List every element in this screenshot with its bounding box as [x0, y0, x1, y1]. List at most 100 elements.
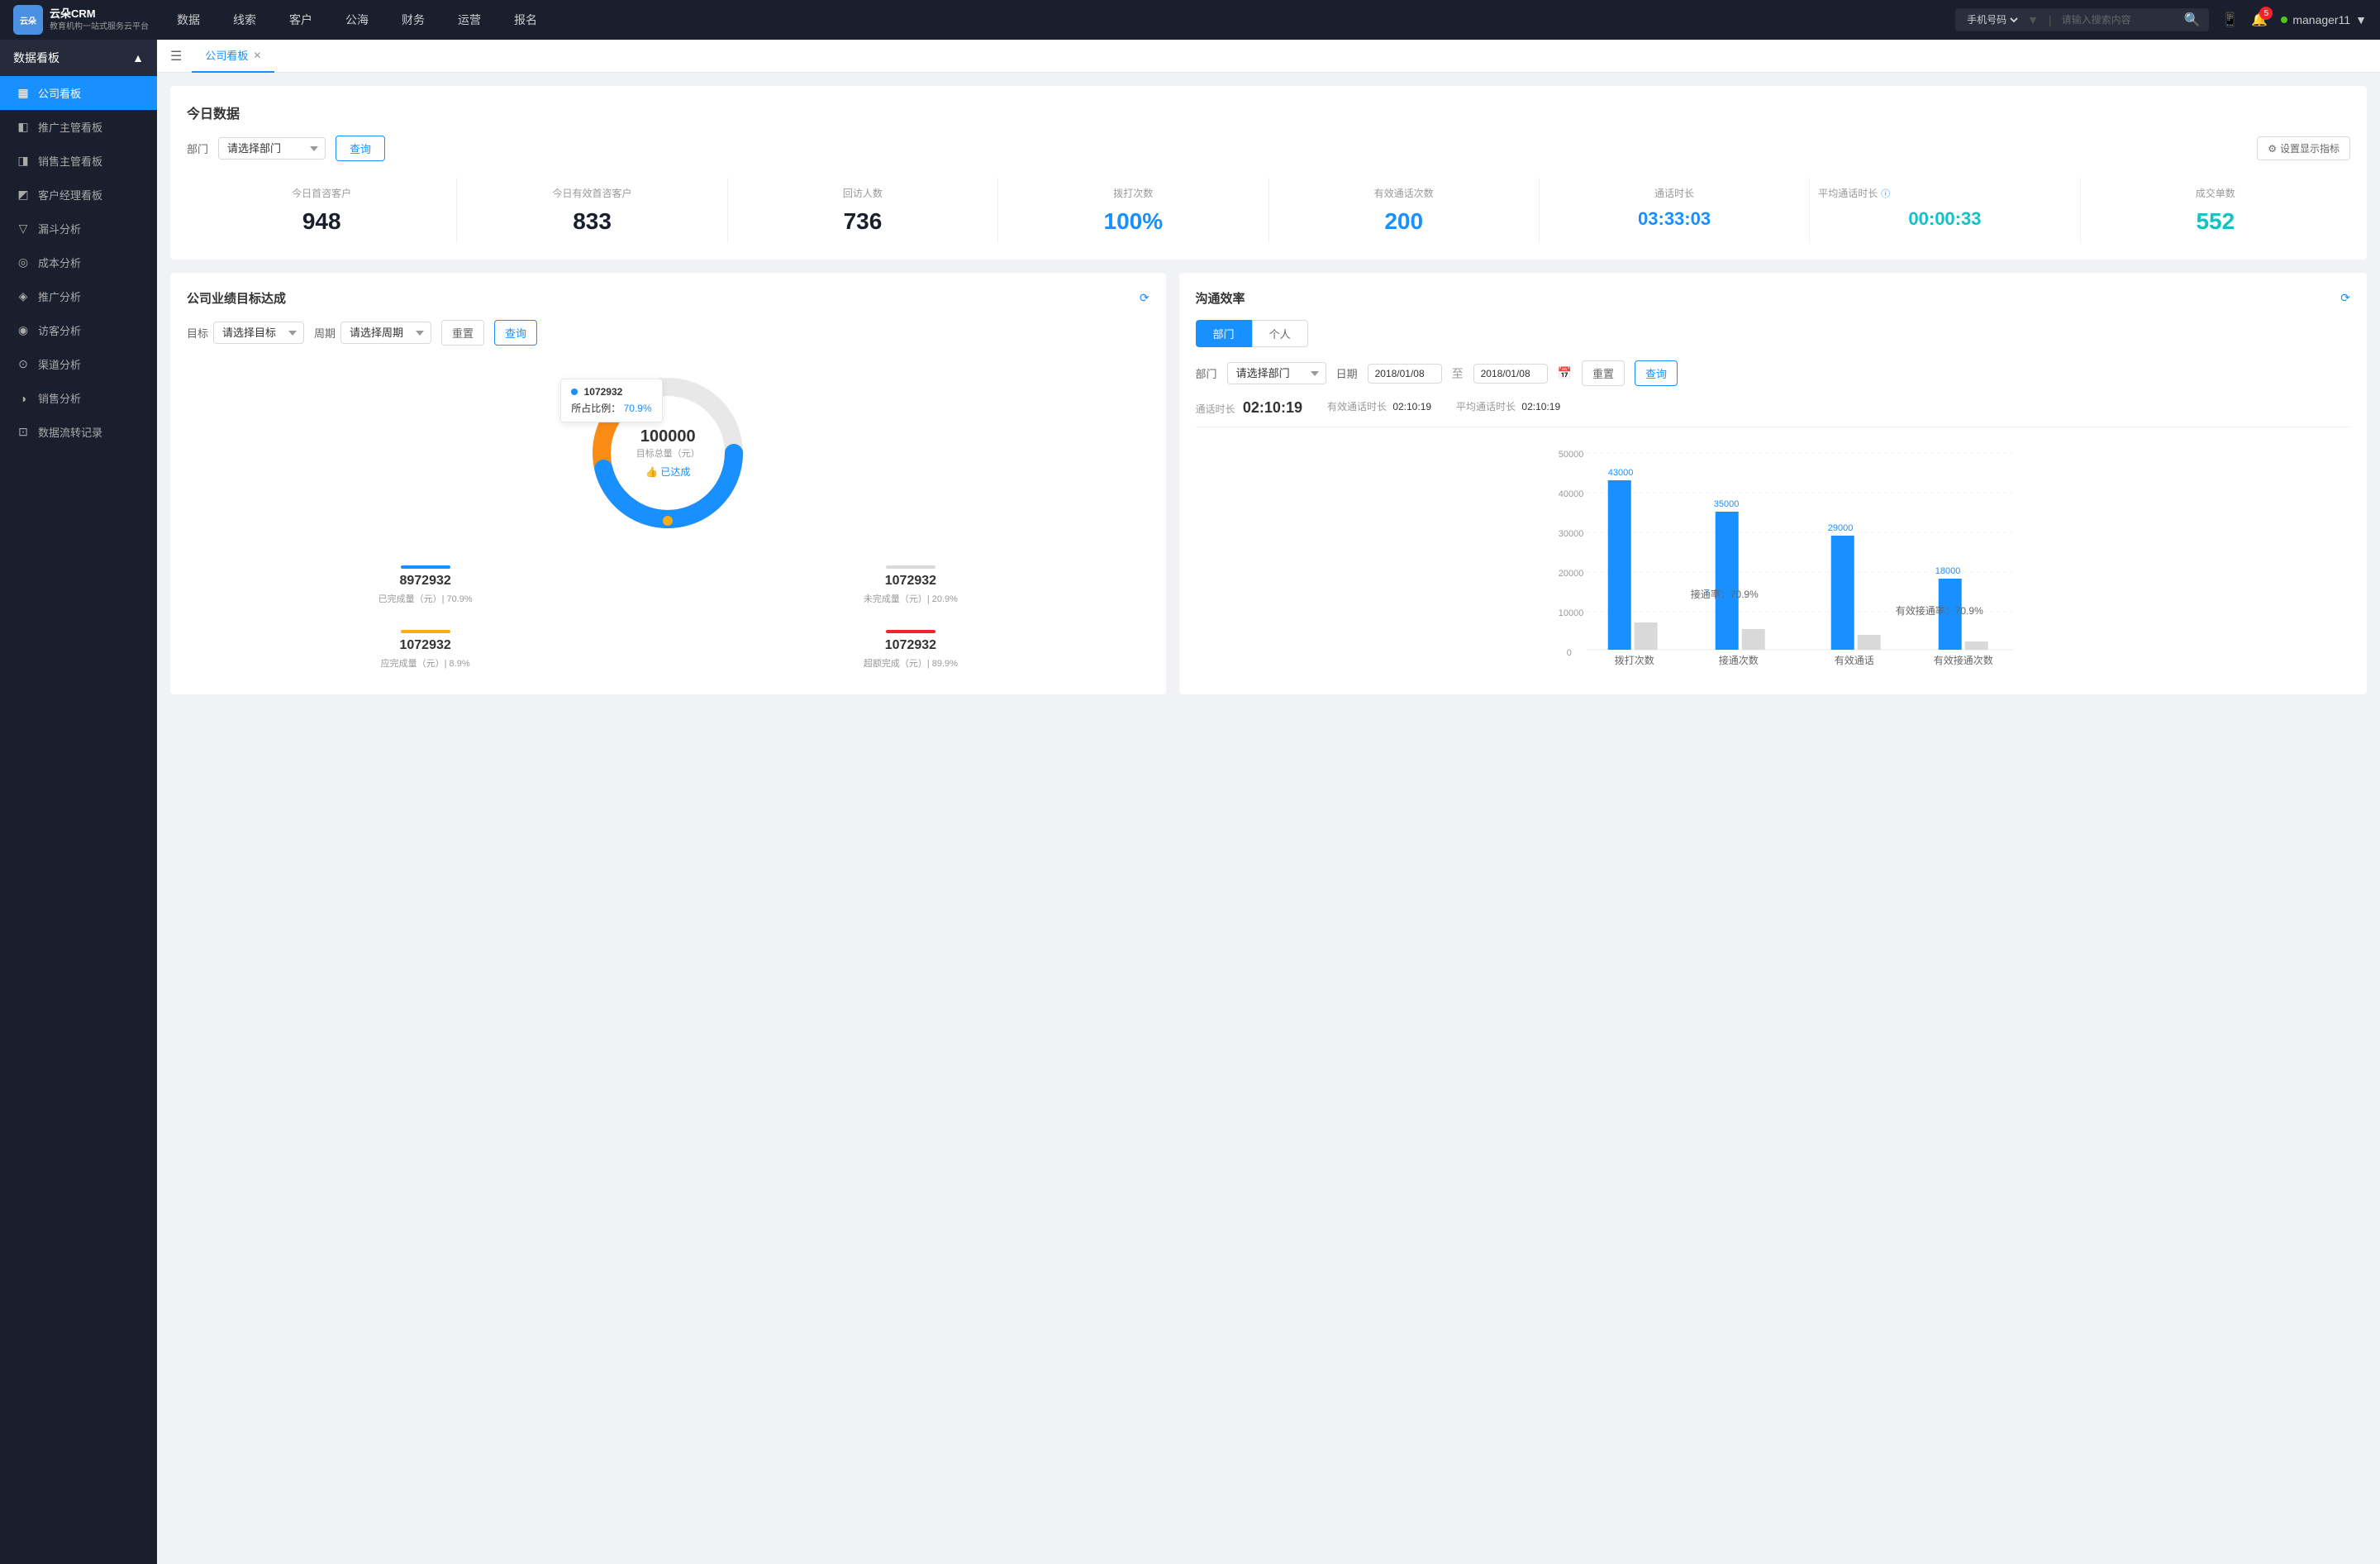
stat-uncompleted: 1072932 未完成量（元）| 20.9%: [672, 557, 1149, 613]
tab-person-button[interactable]: 个人: [1252, 320, 1308, 347]
period-select[interactable]: 请选择周期: [340, 322, 431, 344]
channel-icon: ⊙: [17, 357, 30, 371]
search-type-select[interactable]: 手机号码: [1963, 13, 2021, 26]
calendar-icon[interactable]: 📅: [1558, 366, 1572, 380]
sidebar-item-sales-manager[interactable]: ◨ 销售主管看板: [0, 144, 157, 178]
target-filter-item: 目标 请选择目标: [187, 322, 304, 344]
sidebar-item-visitor-analysis[interactable]: ◉ 访客分析: [0, 313, 157, 347]
sidebar-item-customer-manager[interactable]: ◩ 客户经理看板: [0, 178, 157, 212]
comm-dept-select[interactable]: 请选择部门: [1227, 362, 1326, 384]
dept-select[interactable]: 请选择部门: [218, 137, 326, 160]
bar-connect-count-blue: [1715, 512, 1738, 650]
sidebar-item-channel-analysis[interactable]: ⊙ 渠道分析: [0, 347, 157, 381]
data-flow-icon: ⊡: [17, 425, 30, 439]
refresh-icon[interactable]: ⟳: [1140, 291, 1150, 305]
tooltip-pct: 所占比例： 70.9%: [571, 401, 651, 415]
sidebar-item-sales-analysis[interactable]: ◑ 销售分析: [0, 381, 157, 415]
content-area: ☰ 公司看板 ✕ 今日数据 部门 请选择部门 查询 ⚙ 设置显示指: [157, 40, 2380, 1564]
sidebar-toggle-icon[interactable]: ☰: [170, 48, 182, 64]
comm-filter: 部门 请选择部门 日期 至 📅 重置 查询: [1196, 360, 2350, 386]
sidebar-item-cost-analysis[interactable]: ◎ 成本分析: [0, 246, 157, 279]
comm-stat-value-1: 02:10:19: [1392, 401, 1431, 412]
metric-dial-count: 拨打次数 100%: [998, 178, 1269, 243]
comm-reset-button[interactable]: 重置: [1582, 360, 1625, 386]
nav-public-sea[interactable]: 公海: [339, 8, 375, 31]
svg-text:10000: 10000: [1558, 608, 1583, 618]
comm-dept-label: 部门: [1196, 365, 1217, 381]
bar-connect-count-grey: [1741, 629, 1764, 650]
bar-chart-svg: 50000 40000 30000 20000 10000 0: [1196, 441, 2350, 672]
nav-leads[interactable]: 线索: [226, 8, 263, 31]
metric-revisit: 回访人数 736: [728, 178, 998, 243]
metric-value-6: 00:00:33: [1818, 208, 2071, 230]
sales-icon: ◑: [17, 392, 30, 405]
company-board-icon: ▦: [17, 86, 30, 100]
sidebar-item-label: 漏斗分析: [38, 221, 81, 236]
promo-icon: ◈: [17, 289, 30, 303]
tablet-icon[interactable]: 📱: [2222, 12, 2239, 28]
metric-value-0: 948: [195, 208, 448, 235]
sidebar-item-promo-manager[interactable]: ◧ 推广主管看板: [0, 110, 157, 144]
target-select[interactable]: 请选择目标: [213, 322, 304, 344]
sidebar-item-company-board[interactable]: ▦ 公司看板: [0, 76, 157, 110]
metric-value-1: 833: [465, 208, 718, 235]
stat-value-should: 1072932: [195, 638, 655, 653]
tooltip-value: 1072932: [571, 386, 651, 398]
metric-label-7: 成交单数: [2089, 186, 2342, 200]
svg-text:20000: 20000: [1558, 569, 1583, 579]
tab-company-board[interactable]: 公司看板 ✕: [192, 40, 274, 73]
donut-chart: 1072932 所占比例： 70.9%: [577, 362, 759, 544]
settings-display-button[interactable]: ⚙ 设置显示指标: [2257, 136, 2350, 160]
metric-label-1: 今日有效首咨客户: [465, 186, 718, 200]
date-end-input[interactable]: [1473, 364, 1548, 384]
tab-close-icon[interactable]: ✕: [253, 50, 261, 61]
panel-header-business: 公司业绩目标达成 ⟳: [187, 289, 1150, 307]
date-start-input[interactable]: [1368, 364, 1442, 384]
sidebar-item-funnel-analysis[interactable]: ▽ 漏斗分析: [0, 212, 157, 246]
nav-customers[interactable]: 客户: [283, 8, 319, 31]
comm-stat-label-0: 通话时长: [1196, 403, 1235, 415]
sidebar-item-label: 客户经理看板: [38, 187, 102, 203]
promo-manager-icon: ◧: [17, 120, 30, 134]
sidebar-item-data-flow[interactable]: ⊡ 数据流转记录: [0, 415, 157, 449]
comm-refresh-icon[interactable]: ⟳: [2340, 291, 2350, 305]
metrics-row: 今日首咨客户 948 今日有效首咨客户 833 回访人数 736 拨打次数 10…: [187, 178, 2350, 243]
date-separator: 至: [1452, 365, 1464, 382]
notification-button[interactable]: 🔔 5: [2251, 12, 2268, 28]
metric-value-5: 03:33:03: [1548, 208, 1801, 230]
nav-menu: 数据 线索 客户 公海 财务 运营 报名: [170, 8, 1955, 31]
nav-operations[interactable]: 运营: [451, 8, 488, 31]
bar-chart-area: 50000 40000 30000 20000 10000 0: [1196, 441, 2350, 656]
search-input[interactable]: [2062, 14, 2178, 26]
business-filter: 目标 请选择目标 周期 请选择周期 重置 查询: [187, 320, 1150, 346]
comm-query-button[interactable]: 查询: [1635, 360, 1678, 386]
svg-text:40000: 40000: [1558, 489, 1583, 499]
metric-deals: 成交单数 552: [2081, 178, 2350, 243]
nav-signup[interactable]: 报名: [507, 8, 544, 31]
sidebar-item-promo-analysis[interactable]: ◈ 推广分析: [0, 279, 157, 313]
sidebar-item-label: 成本分析: [38, 255, 81, 270]
user-info[interactable]: manager11 ▼: [2281, 13, 2367, 26]
today-query-button[interactable]: 查询: [336, 136, 385, 161]
business-query-button[interactable]: 查询: [494, 320, 537, 346]
sidebar-collapse-icon[interactable]: ▲: [132, 51, 144, 64]
svg-text:18000: 18000: [1935, 566, 1960, 576]
sidebar-item-label: 数据流转记录: [38, 424, 102, 440]
sidebar-item-label: 推广分析: [38, 288, 81, 304]
tab-dept-button[interactable]: 部门: [1196, 320, 1252, 347]
metric-value-4: 200: [1278, 208, 1530, 235]
nav-data[interactable]: 数据: [170, 8, 207, 31]
chart-tooltip: 1072932 所占比例： 70.9%: [560, 379, 662, 422]
comm-stat-avg-duration: 平均通话时长 02:10:19: [1456, 399, 1560, 417]
sidebar-section-header[interactable]: 数据看板 ▲: [0, 40, 157, 76]
nav-finance[interactable]: 财务: [395, 8, 431, 31]
stat-over-complete: 1072932 超额完成（元）| 89.9%: [672, 622, 1149, 678]
stats-grid: 8972932 已完成量（元）| 70.9% 1072932 未完成量（元）| …: [187, 557, 1150, 678]
business-reset-button[interactable]: 重置: [441, 320, 484, 346]
sidebar-item-label: 访客分析: [38, 322, 81, 338]
search-icon[interactable]: 🔍: [2184, 12, 2201, 28]
comm-tab-buttons: 部门 个人: [1196, 320, 2350, 347]
main-layout: 数据看板 ▲ ▦ 公司看板 ◧ 推广主管看板 ◨ 销售主管看板 ◩ 客户经理看板…: [0, 40, 2380, 1564]
svg-text:有效接通率：70.9%: 有效接通率：70.9%: [1895, 604, 1983, 617]
tooltip-dot: [571, 389, 578, 395]
